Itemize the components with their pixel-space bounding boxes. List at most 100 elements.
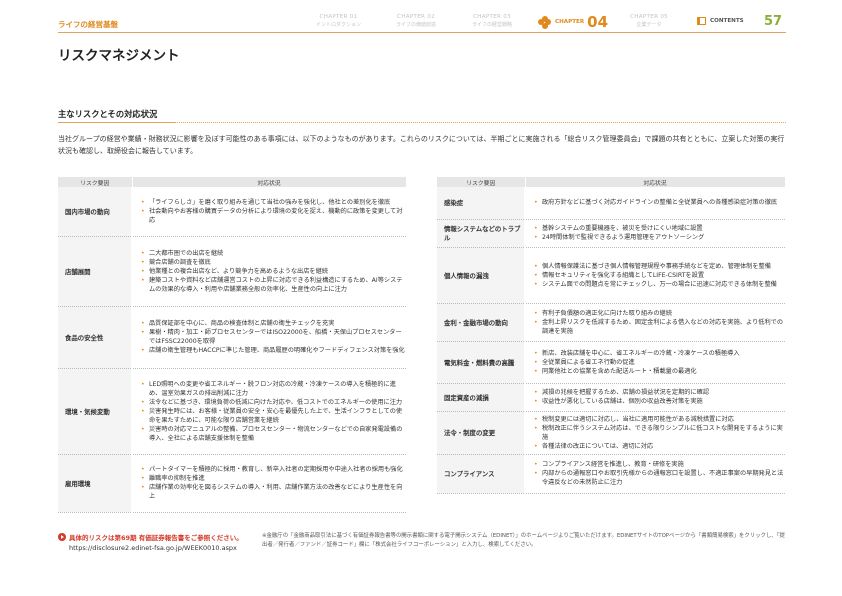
contents-link[interactable]: CONTENTS [697,17,744,25]
list-item: 24時間体制で監視できるよう運用管理をアウトソーシング [534,233,785,242]
book-icon [697,17,706,25]
risk-measures: 有利子負債額の適正化に向けた取り組みの継続金利上昇リスクを低減するため、固定金利… [525,303,785,342]
chapter-number: 04 [587,13,609,31]
table-row: 国内市場の動向「ライフらしさ」を磨く取り組みを通じて当社の強みを強化し、他社との… [58,187,406,237]
measures-list: 減損の兆候を把握するため、店舗の損益状況を定期的に確認収益性が悪化している店舗は… [534,388,785,406]
table-row: 固定資産の減損減損の兆候を把握するため、店舗の損益状況を定期的に確認収益性が悪化… [437,383,785,412]
risk-category: 固定資産の減損 [437,383,526,412]
nav-chapter-02[interactable]: CHAPTER 02 ライフの価値創造 [396,14,436,28]
risk-measures: 政府方針などに基づく対応ガイドラインの整備と全従業員への各種感染症対策の徹底 [525,187,785,220]
list-item: 個人情報保護法に基づき個人情報管理規程や事務手続などを定め、管理体制を整備 [534,262,785,271]
list-item: 品質保証部を中心に、商品の検査体制と店舗の衛生チェックを充実 [141,319,406,328]
table-row: 電気料金・燃料費の高騰新店、改装店舗を中心に、省エネルギーの冷蔵・冷凍ケースの積… [437,341,785,384]
risk-category: 法令・制度の変更 [437,411,526,455]
risk-measures: 税制変更には適切に対応し、当社に適用可能性がある減税措置に対応税制改正に伴うシス… [525,411,785,455]
list-item: パートタイマーを積極的に採用・教育し、新卒入社者の定期採用や中途入社者の採用も強… [141,465,406,474]
risk-category: 個人情報の漏洩 [437,247,526,304]
list-item: 「ライフらしさ」を磨く取り組みを通じて当社の強みを強化し、他社との差別化を徹底 [141,198,406,207]
footer-reference-link[interactable]: 具体的リスクは第69期 有価証券報告書をご参照ください。 [58,532,243,542]
list-item: 税制変更には適切に対応し、当社に適用可能性がある減税措置に対応 [534,415,785,424]
chapter-number: CHAPTER 03 [472,14,512,20]
section-divider [58,122,786,123]
nav-chapter-01[interactable]: CHAPTER 01 イントロダクション [316,14,361,28]
footer-url-link[interactable]: https://disclosure2.edinet-fsa.go.jp/WEE… [69,544,237,552]
measures-list: パートタイマーを積極的に採用・教育し、新卒入社者の定期採用や中途入社者の採用も強… [141,465,406,501]
table-row: 感染症政府方針などに基づく対応ガイドラインの整備と全従業員への各種感染症対策の徹… [437,187,785,220]
list-item: 新店、改装店舗を中心に、省エネルギーの冷蔵・冷凍ケースの積極導入 [534,349,785,358]
measures-list: 税制変更には適切に対応し、当社に適用可能性がある減税措置に対応税制改正に伴うシス… [534,415,785,451]
section-heading: 主なリスクとその対応状況 [58,109,158,119]
table-row: 金利・金融市場の動向有利子負債額の適正化に向けた取り組みの継続金利上昇リスクを低… [437,303,785,342]
nav-chapter-03[interactable]: CHAPTER 03 ライフの経営戦略 [472,14,512,28]
table-row: 環境・気候変動 LED照明への変更や省エネルギー・脱フロン対応の冷蔵・冷凍ケースの… [58,368,406,455]
list-item: 情報セキュリティを強化する組織としてLIFE-CSIRTを設置 [534,271,785,280]
list-item: 店舗の衛生管理もHACCPに準じた管理、商品履歴の明確化やフードディフェンス対策… [141,346,406,355]
list-item: 内部からの通報窓口やお取引先様からの通報窓口を設置し、不適正事案の早期発見と法令… [534,469,785,487]
table-row: 法令・制度の変更税制変更には適切に対応し、当社に適用可能性がある減税措置に対応税… [437,411,785,455]
table-row: 情報システムなどのトラブル基幹システムの重要機器を、被災を受けにくい地域に設置2… [437,219,785,248]
column-header-risk: リスク要因 [58,177,133,187]
table-row: 食品の安全性品質保証部を中心に、商品の検査体制と店舗の衛生チェックを充実果樹・精… [58,306,406,369]
list-item: 建築コストや資料など店舗運営コストの上昇に対応できる利益構造にするため、AI等シ… [141,276,406,294]
nav-chapter-05[interactable]: CHAPTER 05 企業データ [630,14,668,28]
chapter-number: CHAPTER 01 [319,14,358,20]
risk-measures: 個人情報保護法に基づき個人情報管理規程や事務手続などを定め、管理体制を整備情報セ… [525,247,785,304]
list-item: 全従業員による省エネ行動の促進 [534,358,785,367]
column-header-measures: 対応状況 [132,177,407,187]
list-item: 収益性が悪化している店舗は、個別の収益改善対策を実施 [534,397,785,406]
column-header-measures: 対応状況 [525,177,786,187]
section-label: ライフの経営基盤 [58,20,118,29]
footer-reference-text: 具体的リスクは第69期 有価証券報告書をご参照ください。 [69,534,243,542]
section-intro: 当社グループの経営や業績・財務状況に影響を及ぼす可能性のある事項には、以下のよう… [58,135,785,155]
footer-note: ※金融庁の「金融商品取引法に基づく有価証券報告書等の開示書類に関する電子開示シス… [262,533,785,548]
risk-measures: 新店、改装店舗を中心に、省エネルギーの冷蔵・冷凍ケースの積極導入全従業員による省… [525,341,785,384]
risk-measures: コンプライアンス経営を推進し、教育・研修を実施内部からの通報窓口やお取引先様から… [525,454,785,494]
list-item: 有利子負債額の適正化に向けた取り組みの継続 [534,309,785,318]
risk-measures: パートタイマーを積極的に採用・教育し、新卒入社者の定期採用や中途入社者の採用も強… [132,454,406,513]
chapter-name: 企業データ [636,22,662,28]
arrow-right-icon [58,533,66,541]
measures-list: 「ライフらしさ」を磨く取り組みを通じて当社の強みを強化し、他社との差別化を徹底社… [141,198,406,225]
list-item: 店舗作業の効率化を図るシステムの導入・利用、店舗作業方法の改善などにより生産性を… [141,483,406,501]
list-item: 政府方針などに基づく対応ガイドラインの整備と全従業員への各種感染症対策の徹底 [534,198,785,207]
measures-list: 品質保証部を中心に、商品の検査体制と店舗の衛生チェックを充実果樹・精肉・加工・師… [141,319,406,355]
measures-list: 基幹システムの重要機器を、被災を受けにくい地域に設置24時間体制で監視できるよう… [534,224,785,242]
contents-label: CONTENTS [710,18,744,24]
list-item: 基幹システムの重要機器を、被災を受けにくい地域に設置 [534,224,785,233]
table-row: 店舗展開二大都市圏での出店を継続競合店舗の調査を徹底他業種との複合出店など、より… [58,236,406,307]
list-item: 税制改正に伴うシステム対応は、できる限りシンプルに低コストな開発をするように実施 [534,424,785,442]
header-divider [58,32,786,33]
risk-measures: 「ライフらしさ」を磨く取り組みを通じて当社の強みを強化し、他社との差別化を徹底社… [132,187,406,237]
table-row: 個人情報の漏洩個人情報保護法に基づき個人情報管理規程や事務手続などを定め、管理体… [437,247,785,304]
list-item: 二大都市圏での出店を継続 [141,249,406,258]
risk-category: コンプライアンス [437,454,526,494]
risk-measures: 二大都市圏での出店を継続競合店舗の調査を徹底他業種との複合出店など、より競争力を… [132,236,406,307]
list-item: 各種法律の改正については、適切に対応 [534,442,785,451]
column-header-risk: リスク要因 [437,177,526,187]
list-item: LED照明への変更や省エネルギー・脱フロン対応の冷蔵・冷凍ケースの導入を積極的に… [141,380,406,398]
risk-category: 感染症 [437,187,526,220]
risk-category: 金利・金融市場の動向 [437,303,526,342]
measures-list: 政府方針などに基づく対応ガイドラインの整備と全従業員への各種感染症対策の徹底 [534,198,785,207]
risk-category: 店舗展開 [58,236,133,307]
chapter-name: ライフの価値創造 [396,22,437,28]
list-item: 社会動向やお客様の購買データの分析により環境の変化を捉え、機動的に政策を変更して… [141,207,406,225]
table-row: 雇用環境パートタイマーを積極的に採用・教育し、新卒入社者の定期採用や中途入社者の… [58,454,406,513]
risk-category: 食品の安全性 [58,306,133,369]
risk-measures: 減損の兆候を把握するため、店舗の損益状況を定期的に確認収益性が悪化している店舗は… [525,383,785,412]
risk-category: 電気料金・燃料費の高騰 [437,341,526,384]
measures-list: コンプライアンス経営を推進し、教育・研修を実施内部からの通報窓口やお取引先様から… [534,460,785,487]
chapter-number: CHAPTER 05 [630,14,669,20]
list-item: 他業種との複合出店など、より競争力を高めるような出店を継続 [141,267,406,276]
risk-category: 環境・気候変動 [58,368,133,455]
risk-table-right: リスク要因 対応状況 感染症政府方針などに基づく対応ガイドラインの整備と全従業員… [437,177,786,494]
risk-table-left: リスク要因 対応状況 国内市場の動向「ライフらしさ」を磨く取り組みを通じて当社の… [58,177,407,513]
page-title: リスクマネジメント [58,48,180,64]
chapter-number: CHAPTER 02 [396,14,436,20]
page-number: 57 [764,14,783,29]
flower-icon [538,15,551,29]
nav-chapter-04-active[interactable]: CHAPTER 04 [538,13,608,31]
measures-list: 個人情報保護法に基づき個人情報管理規程や事務手続などを定め、管理体制を整備情報セ… [534,262,785,289]
table-row: コンプライアンスコンプライアンス経営を推進し、教育・研修を実施内部からの通報窓口… [437,454,785,494]
chapter-label: CHAPTER [555,19,585,25]
